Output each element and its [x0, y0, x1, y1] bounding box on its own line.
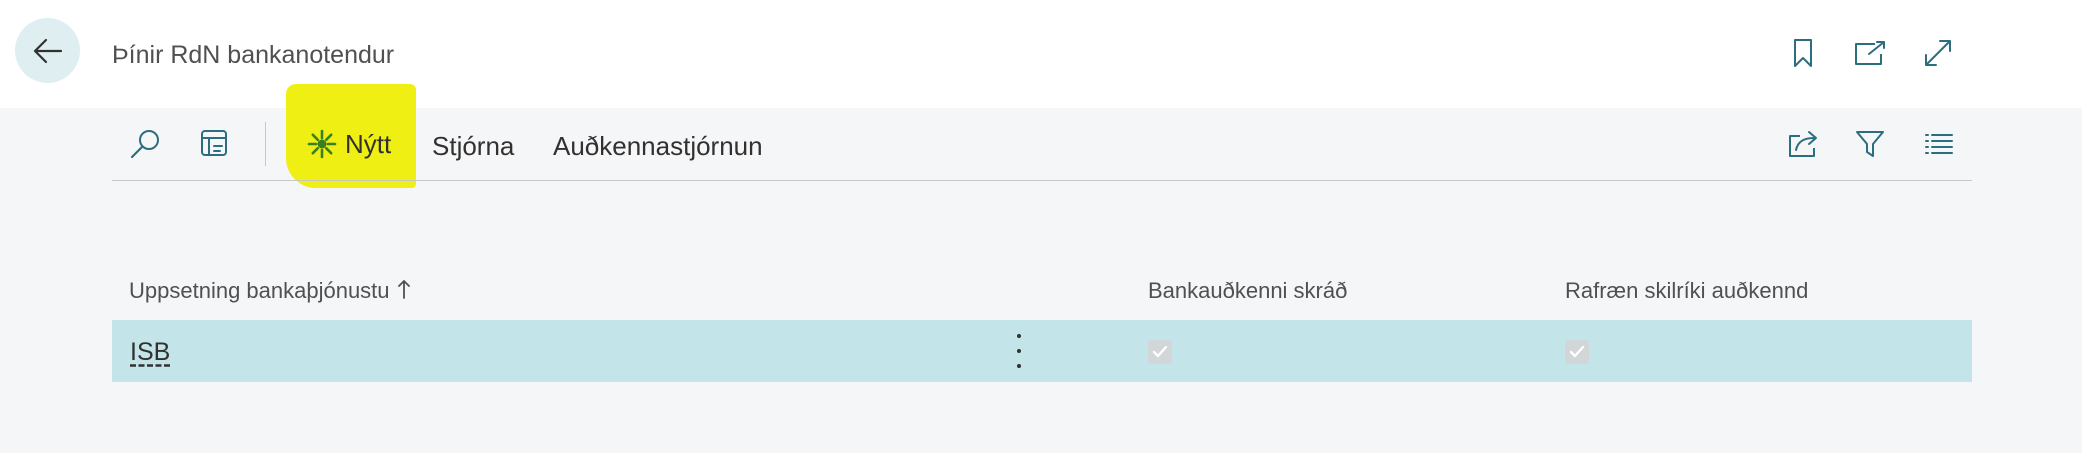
checkmark-icon	[1569, 345, 1585, 358]
new-button-label: Nýtt	[345, 129, 392, 159]
sun-burst-new-icon	[307, 129, 337, 159]
open-in-new-window-icon	[1855, 41, 1885, 65]
e-id-authenticated-checkbox	[1565, 340, 1589, 364]
list-view-button[interactable]	[1920, 125, 1958, 163]
sort-ascending-icon	[397, 280, 410, 299]
filter-icon	[1856, 131, 1884, 157]
arrow-left-icon	[33, 38, 62, 63]
share-icon	[1789, 131, 1817, 157]
open-in-new-window-button[interactable]	[1851, 34, 1889, 72]
column-header-label: Uppsetning bankaþjónustu	[129, 278, 390, 303]
authentication-management-menu[interactable]: Auðkennastjórnun	[553, 130, 763, 162]
column-header-bank-id-registered[interactable]: Bankauðkenni skráð	[1148, 277, 1347, 305]
edit-list-icon	[201, 130, 227, 156]
checkmark-icon	[1152, 345, 1168, 358]
dot	[1017, 364, 1021, 368]
manage-menu[interactable]: Stjórna	[432, 130, 514, 162]
toolbar-separator	[265, 122, 266, 166]
search-button[interactable]	[126, 125, 164, 163]
bookmark-button[interactable]	[1784, 34, 1822, 72]
column-header-bank-service-setup[interactable]: Uppsetning bankaþjónustu	[129, 277, 410, 305]
edit-list-button[interactable]	[196, 125, 234, 163]
dot	[1017, 334, 1021, 338]
bookmark-icon	[1794, 39, 1812, 67]
expand-button[interactable]	[1919, 34, 1957, 72]
filter-button[interactable]	[1851, 125, 1889, 163]
bank-service-link[interactable]: ISB	[130, 336, 170, 368]
page-title: Þínir RdN bankanotendur	[112, 41, 395, 69]
search-icon	[130, 130, 159, 159]
list-view-icon	[1925, 134, 1953, 154]
table-row[interactable]: ISB	[112, 320, 1972, 382]
new-button[interactable]: Nýtt	[307, 128, 391, 160]
column-header-e-id-authenticated[interactable]: Rafræn skilríki auðkennd	[1565, 277, 1808, 305]
bank-id-registered-checkbox	[1148, 340, 1172, 364]
dot	[1017, 349, 1021, 353]
share-button[interactable]	[1784, 125, 1822, 163]
back-button[interactable]	[15, 18, 80, 83]
action-bar: Nýtt Stjórna Auðkennastjórnun	[112, 108, 1972, 181]
expand-icon	[1925, 40, 1951, 66]
row-actions-button[interactable]	[1009, 334, 1029, 368]
